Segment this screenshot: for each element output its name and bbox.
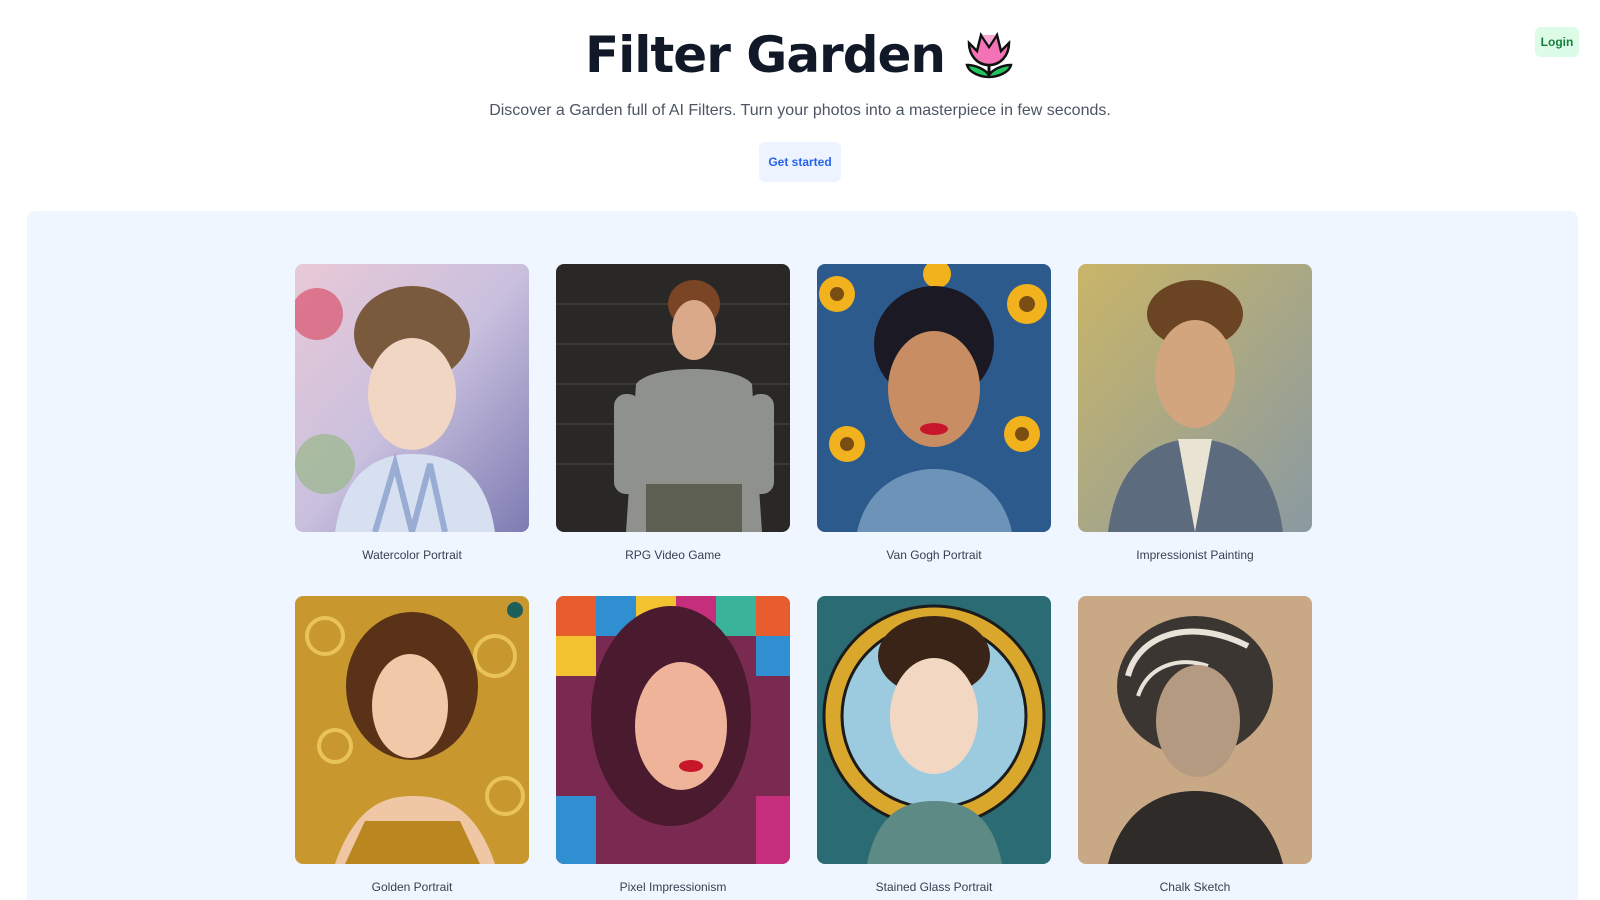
filter-caption: Golden Portrait	[371, 880, 453, 894]
filter-card-van-gogh-portrait[interactable]: Van Gogh Portrait	[817, 264, 1051, 596]
watercolor-portrait-image[interactable]	[295, 264, 529, 532]
filter-card-stained-glass-portrait[interactable]: Stained Glass Portrait	[817, 596, 1051, 900]
page: Login Filter Garden Discover a Garden fu…	[0, 0, 1600, 900]
filter-caption: Van Gogh Portrait	[886, 548, 982, 562]
page-title: Filter Garden	[584, 26, 946, 84]
pixel-impressionism-image[interactable]	[556, 596, 790, 864]
chalk-sketch-image[interactable]	[1078, 596, 1312, 864]
hero-subtitle: Discover a Garden full of AI Filters. Tu…	[489, 102, 1111, 119]
filter-card-impressionist-painting[interactable]: Impressionist Painting	[1078, 264, 1312, 596]
filter-caption: Impressionist Painting	[1136, 548, 1254, 562]
filter-card-rpg-video-game[interactable]: RPG Video Game	[556, 264, 790, 596]
filter-card-watercolor-portrait[interactable]: Watercolor Portrait	[295, 264, 529, 596]
rpg-video-game-image[interactable]	[556, 264, 790, 532]
filter-caption: RPG Video Game	[625, 548, 721, 562]
filter-card-golden-portrait[interactable]: Golden Portrait	[295, 596, 529, 900]
van-gogh-portrait-image[interactable]	[817, 264, 1051, 532]
tulip-icon	[963, 25, 1015, 85]
filter-caption: Stained Glass Portrait	[875, 880, 993, 894]
filter-gallery: Watercolor Portrait RPG Video Game Van G…	[27, 211, 1578, 900]
golden-portrait-image[interactable]	[295, 596, 529, 864]
get-started-button[interactable]: Get started	[759, 142, 841, 182]
title-row: Filter Garden	[0, 20, 1600, 90]
filter-caption: Chalk Sketch	[1159, 880, 1231, 894]
filter-card-chalk-sketch[interactable]: Chalk Sketch	[1078, 596, 1312, 900]
hero: Filter Garden Discover a Garden full of …	[0, 20, 1600, 182]
impressionist-painting-image[interactable]	[1078, 264, 1312, 532]
stained-glass-portrait-image[interactable]	[817, 596, 1051, 864]
filter-caption: Pixel Impressionism	[619, 880, 727, 894]
filter-caption: Watercolor Portrait	[362, 548, 462, 562]
filter-grid: Watercolor Portrait RPG Video Game Van G…	[295, 264, 1312, 900]
filter-card-pixel-impressionism[interactable]: Pixel Impressionism	[556, 596, 790, 900]
